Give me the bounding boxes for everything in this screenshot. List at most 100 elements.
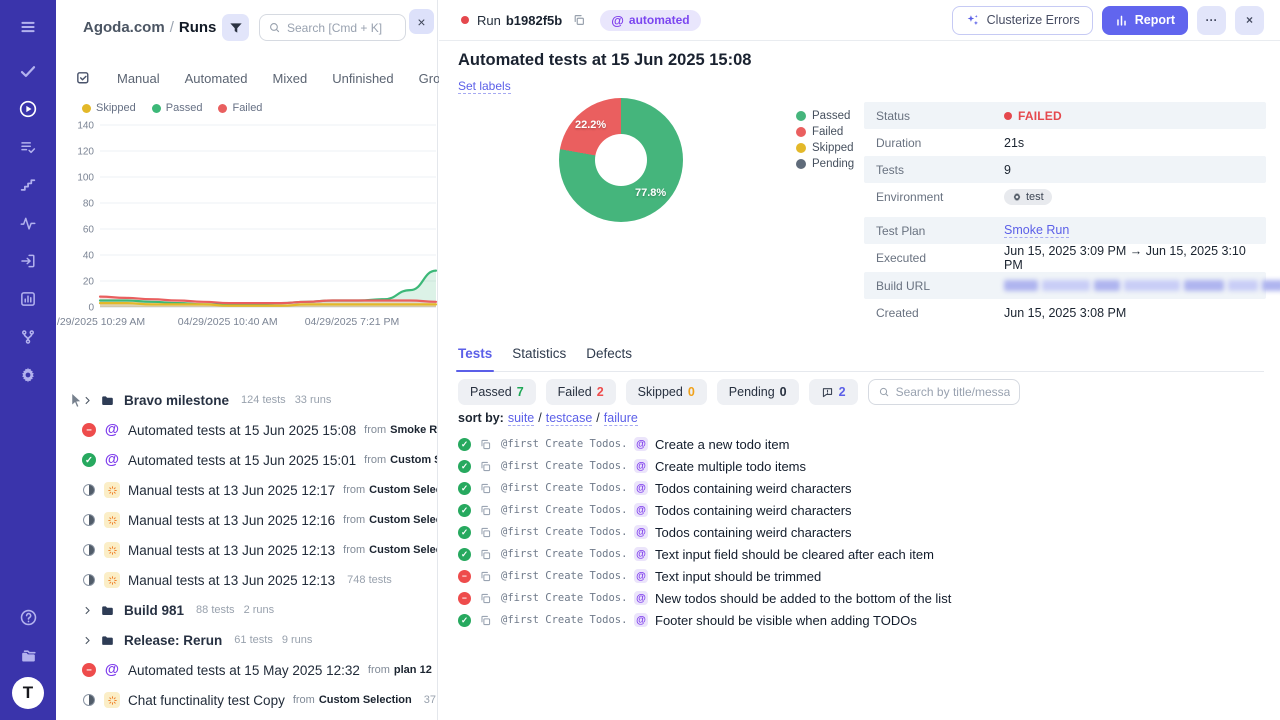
tests-search-box[interactable] xyxy=(867,379,1020,405)
test-row[interactable]: ✓ @first Create Todos... @ Todos containing… xyxy=(458,477,1272,499)
run-row[interactable]: Manual tests at 13 Jun 2025 12:13 748 tes… xyxy=(56,565,437,595)
filter-button[interactable] xyxy=(222,14,249,41)
copy-icon[interactable] xyxy=(572,13,586,27)
test-status-failed-icon: − xyxy=(458,591,471,605)
chevron-right-icon[interactable] xyxy=(82,635,93,646)
run-tests-count: 748 tests xyxy=(347,574,392,586)
run-title: Automated tests at 15 Jun 2025 15:01 xyxy=(128,452,357,468)
donut-legend-item-pending[interactable]: Pending xyxy=(796,158,854,170)
report-button[interactable]: Report xyxy=(1101,5,1188,35)
tab-unfinished[interactable]: Unfinished xyxy=(332,71,393,86)
trend-chart-legend: Skipped Passed Failed xyxy=(82,102,262,114)
tab-automated[interactable]: Automated xyxy=(185,71,248,86)
breadcrumb-project[interactable]: Agoda.com xyxy=(83,19,165,36)
sidebar-item-menu[interactable] xyxy=(8,8,48,46)
more-icon: ··· xyxy=(1205,13,1218,27)
automated-run-icon: @ xyxy=(104,662,120,678)
legend-item-skipped[interactable]: Skipped xyxy=(82,102,136,114)
legend-item-passed[interactable]: Passed xyxy=(151,102,202,114)
run-group-name: Bravo milestone xyxy=(124,392,230,408)
sidebar-item-sign-in[interactable] xyxy=(8,242,48,280)
test-suite-path: @first Create Todos... xyxy=(501,548,625,560)
sidebar-item-steps[interactable] xyxy=(8,166,48,204)
test-suite-path: @first Create Todos... xyxy=(501,526,625,538)
sidebar-item-play-circle[interactable] xyxy=(8,90,48,128)
filter-skipped[interactable]: Skipped 0 xyxy=(625,379,707,405)
automated-badge[interactable]: @ automated xyxy=(600,9,701,31)
run-row[interactable]: Manual tests at 13 Jun 2025 12:16 from Cus… xyxy=(56,505,437,535)
sidebar-item-git-branch[interactable] xyxy=(8,318,48,356)
clipboard-icon xyxy=(479,614,492,627)
select-all-icon[interactable] xyxy=(75,70,92,87)
close-panel-button[interactable]: × xyxy=(409,9,434,34)
test-row[interactable]: ✓ @first Create Todos... @ Todos containing… xyxy=(458,499,1272,521)
tab-mixed[interactable]: Mixed xyxy=(273,71,308,86)
sidebar-item-activity[interactable] xyxy=(8,204,48,242)
filter-label: Skipped xyxy=(637,385,683,399)
test-row[interactable]: − @first Create Todos... @ Text input shoul… xyxy=(458,565,1272,587)
donut-legend-item-skipped[interactable]: Skipped xyxy=(796,142,854,154)
run-row[interactable]: ✓ @ Automated tests at 15 Jun 2025 15:01 fr… xyxy=(56,445,437,475)
close-run-button[interactable]: × xyxy=(1235,5,1264,35)
run-row[interactable]: Chat functinality test Copy from Custom Se… xyxy=(56,685,437,715)
test-title: Todos containing weird characters xyxy=(655,480,852,496)
sidebar-item-help[interactable] xyxy=(8,598,48,636)
sort-by-suite[interactable]: suite xyxy=(507,411,535,426)
test-row[interactable]: ✓ @first Create Todos... @ Create multiple … xyxy=(458,455,1272,477)
filter-failed[interactable]: Failed 2 xyxy=(545,379,616,405)
sidebar-bottom-nav xyxy=(8,598,48,674)
run-row[interactable]: − @ Automated tests at 15 Jun 2025 15:08 fr… xyxy=(56,415,437,445)
donut-legend-item-failed[interactable]: Failed xyxy=(796,126,854,138)
run-row[interactable]: Manual tests at 13 Jun 2025 12:17 from Cus… xyxy=(56,475,437,505)
run-row[interactable]: Manual tests at 13 Jun 2025 12:13 from Cus… xyxy=(56,535,437,565)
run-status-partial-icon xyxy=(83,484,95,496)
sidebar-item-check[interactable] xyxy=(8,52,48,90)
filter-comments[interactable]: 2 xyxy=(808,379,858,405)
tab-defects[interactable]: Defects xyxy=(586,346,632,361)
redacted-chip xyxy=(1004,280,1038,291)
app-logo[interactable]: T xyxy=(12,677,44,709)
run-group-row[interactable]: Build 981 88 tests 2 runs xyxy=(56,595,437,625)
filter-passed[interactable]: Passed 7 xyxy=(458,379,536,405)
legend-item-failed[interactable]: Failed xyxy=(218,102,262,114)
tests-search-input[interactable] xyxy=(895,385,1010,399)
status-donut-chart[interactable]: 22.2% 77.8% xyxy=(559,98,683,222)
legend-dot xyxy=(82,103,91,113)
donut-legend-item-passed[interactable]: Passed xyxy=(796,110,854,122)
svg-text:80: 80 xyxy=(83,199,95,210)
sidebar-item-folders[interactable] xyxy=(8,636,48,674)
tab-statistics[interactable]: Statistics xyxy=(512,346,566,361)
run-group-row[interactable]: Release: Rerun 61 tests 9 runs xyxy=(56,625,437,655)
failed-dot-icon xyxy=(1004,111,1012,120)
tab-tests[interactable]: Tests xyxy=(455,346,495,372)
clusterize-errors-button[interactable]: Clusterize Errors xyxy=(951,5,1093,35)
search-box[interactable] xyxy=(259,14,406,41)
run-row[interactable]: − @ Automated tests at 15 May 2025 12:32 fr… xyxy=(56,655,437,685)
sign-in-icon xyxy=(19,252,37,270)
sidebar-item-list-check[interactable] xyxy=(8,128,48,166)
test-row[interactable]: ✓ @first Create Todos... @ Todos containing… xyxy=(458,521,1272,543)
automated-test-icon: @ xyxy=(634,481,648,495)
runs-trend-chart-svg: 0 20 40 60 80 100 120 140/29/2025 10:29 AM 04/29… xyxy=(57,121,438,328)
test-row[interactable]: ✓ @first Create Todos... @ Text input field… xyxy=(458,543,1272,565)
sort-by-failure[interactable]: failure xyxy=(603,411,638,426)
sort-by-testcase[interactable]: testcase xyxy=(545,411,593,426)
tab-manual[interactable]: Manual xyxy=(117,71,160,86)
test-row[interactable]: ✓ @first Create Todos... @ Footer should be… xyxy=(458,609,1272,631)
run-group-row[interactable]: Bravo milestone 124 tests 33 runs xyxy=(56,385,437,415)
test-suite-path: @first Create Todos... xyxy=(501,614,625,626)
test-row[interactable]: ✓ @first Create Todos... @ Create a new tod… xyxy=(458,433,1272,455)
chevron-right-icon[interactable] xyxy=(82,395,93,406)
test-plan-link[interactable]: Smoke Run xyxy=(1004,223,1070,238)
search-input[interactable] xyxy=(287,20,397,35)
runs-filter-tabs: ManualAutomatedMixedUnfinishedGroups xyxy=(75,70,461,87)
sidebar-item-gear[interactable] xyxy=(8,356,48,394)
more-actions-button[interactable]: ··· xyxy=(1197,5,1226,35)
filter-pending[interactable]: Pending 0 xyxy=(716,379,799,405)
run-detail-panel: Run b1982f5b @ automated Clusterize Error… xyxy=(439,0,1280,720)
svg-text:40: 40 xyxy=(83,251,95,262)
sidebar-item-bar-chart[interactable] xyxy=(8,280,48,318)
test-row[interactable]: − @first Create Todos... @ New todos should… xyxy=(458,587,1272,609)
set-labels-link[interactable]: Set labels xyxy=(458,79,511,94)
chevron-right-icon[interactable] xyxy=(82,605,93,616)
